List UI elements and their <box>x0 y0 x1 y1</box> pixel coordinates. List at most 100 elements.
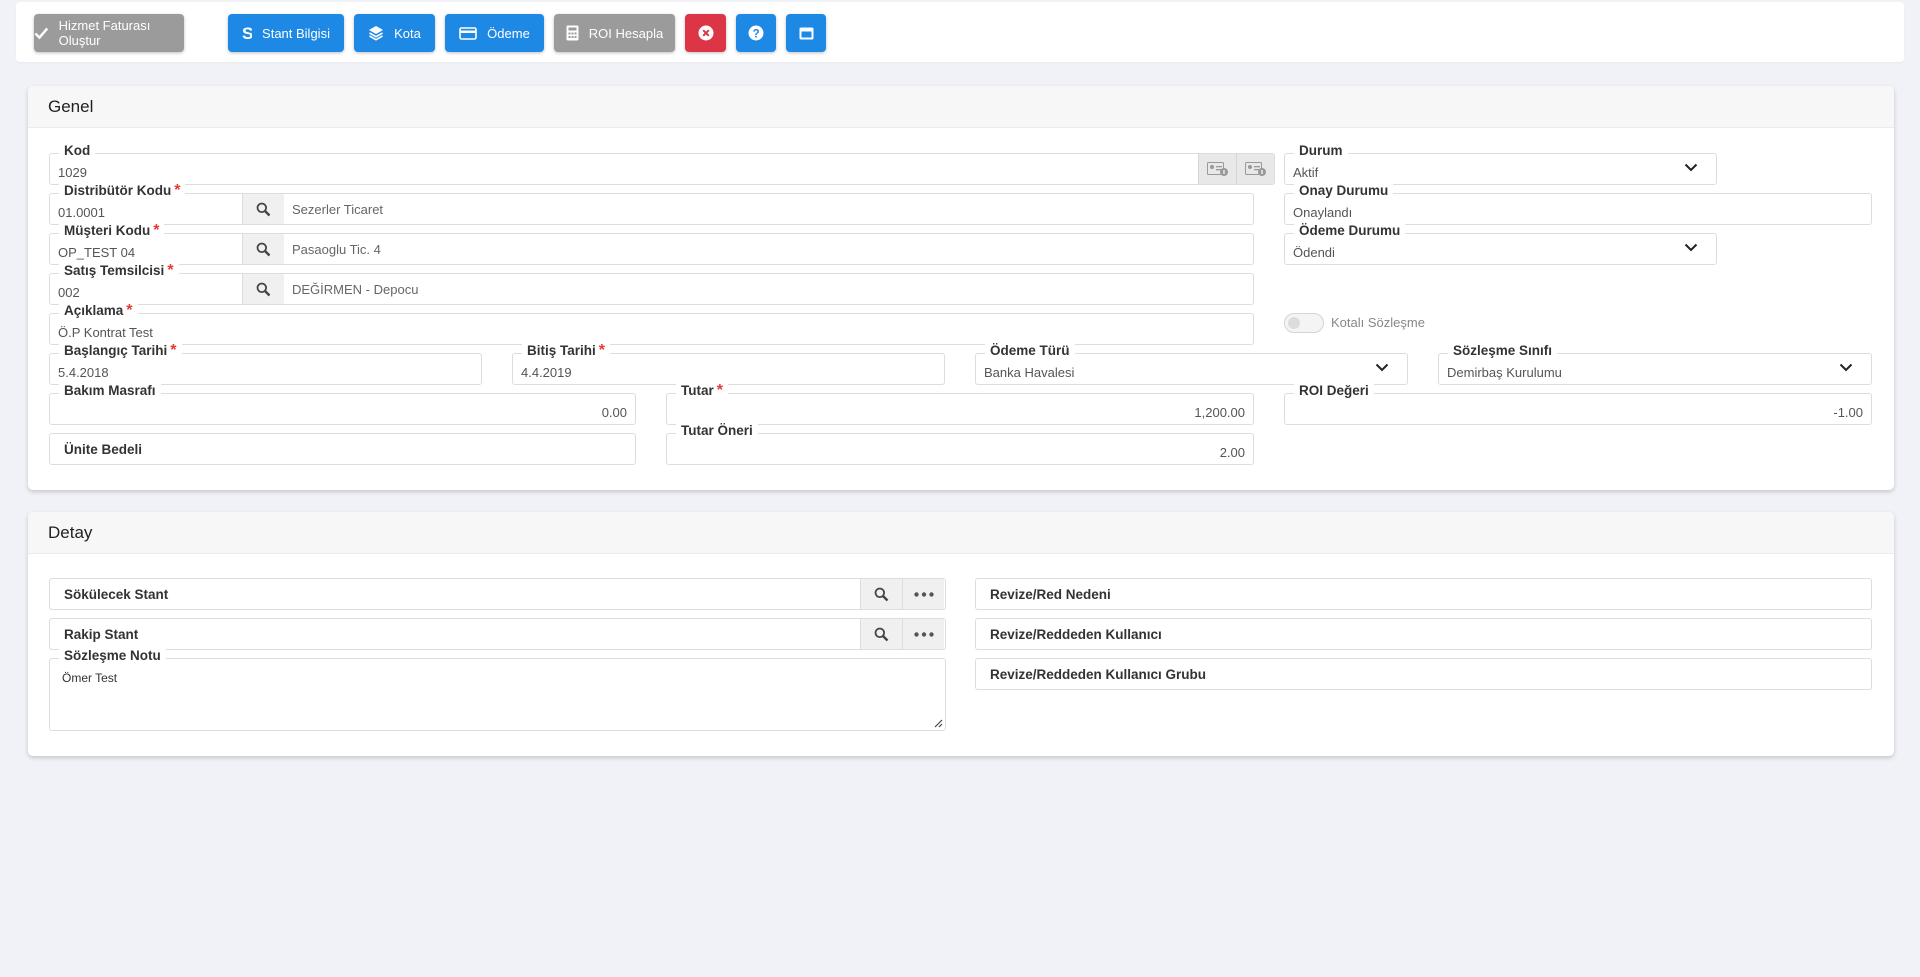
sales-rep-field[interactable]: Satış Temsilcisi * 002 DEĞİRMEN - Depocu <box>49 263 1254 305</box>
approval-status-field[interactable]: Onay Durumu Onaylandı <box>1284 183 1872 225</box>
customer-search-button[interactable] <box>242 234 284 264</box>
check-icon <box>34 27 49 40</box>
distributor-label: Distribütör Kodu * <box>59 183 186 199</box>
revise-reason-field[interactable]: Revize/Red Nedeni <box>975 578 1872 610</box>
roi-value-field[interactable]: ROI Değeri -1.00 <box>1284 383 1872 425</box>
credit-card-icon <box>459 26 477 40</box>
end-date-field[interactable]: Bitiş Tarihi * 4.4.2019 <box>512 343 945 385</box>
amount-suggestion-value: 2.00 <box>1219 445 1245 460</box>
start-date-label: Başlangıç Tarihi * <box>59 343 182 359</box>
approval-status-value: Onaylandı <box>1293 205 1353 220</box>
removed-stand-search-button[interactable] <box>860 579 902 609</box>
roi-calculate-button[interactable]: ROI Hesapla <box>554 14 675 52</box>
quota-contract-label: Kotalı Sözleşme <box>1331 315 1425 330</box>
revise-user-label: Revize/Reddeden Kullanıcı <box>990 627 1162 642</box>
unit-price-field[interactable]: Ünite Bedeli <box>49 433 636 465</box>
status-value: Aktif <box>1293 165 1319 180</box>
customer-field[interactable]: Müşteri Kodu * OP_TEST 04 Pasaoglu Tic. 4 <box>49 223 1254 265</box>
removed-stand-more-button[interactable] <box>902 579 944 609</box>
more-horizontal-icon <box>913 591 934 597</box>
end-date-value: 4.4.2019 <box>521 365 572 380</box>
revise-user-field[interactable]: Revize/Reddeden Kullanıcı <box>975 618 1872 650</box>
competitor-stand-label: Rakip Stant <box>64 627 139 642</box>
cancel-button[interactable] <box>685 14 726 52</box>
revise-user-group-field[interactable]: Revize/Reddeden Kullanıcı Grubu <box>975 658 1872 690</box>
search-icon <box>874 587 889 601</box>
status-select[interactable]: Durum Aktif <box>1284 143 1717 185</box>
stand-info-button[interactable]: S Stant Bilgisi <box>228 14 344 52</box>
payment-button[interactable]: Ödeme <box>445 14 544 52</box>
amount-suggestion-field[interactable]: Tutar Öneri 2.00 <box>666 423 1254 465</box>
genel-panel: Genel Kod 1029 Distribütör Kodu * 01.0001… <box>28 86 1894 490</box>
chevron-down-icon <box>1684 163 1698 172</box>
sales-rep-search-button[interactable] <box>242 274 284 304</box>
contract-note-textarea[interactable]: Sözleşme Notu Ömer Test <box>49 648 946 731</box>
layers-icon <box>369 26 384 41</box>
more-horizontal-icon <box>913 631 934 637</box>
contract-note-value: Ömer Test <box>62 671 118 685</box>
help-button[interactable]: ? <box>736 14 776 52</box>
maintenance-cost-value: 0.00 <box>601 405 627 420</box>
roi-value-label: ROI Değeri <box>1294 383 1374 399</box>
removed-stand-label: Sökülecek Stant <box>64 587 169 602</box>
svg-text:?: ? <box>753 28 760 40</box>
start-date-value: 5.4.2018 <box>58 365 109 380</box>
competitor-stand-field[interactable]: Rakip Stant <box>49 618 946 650</box>
distributor-search-button[interactable] <box>242 194 284 224</box>
detay-title: Detay <box>28 512 1894 554</box>
revise-user-group-label: Revize/Reddeden Kullanıcı Grubu <box>990 667 1207 682</box>
kod-field[interactable]: Kod 1029 <box>49 143 1275 185</box>
search-icon <box>874 627 889 641</box>
svg-text:S: S <box>242 25 252 41</box>
payment-label: Ödeme <box>487 25 530 41</box>
customer-code: OP_TEST 04 <box>58 245 136 260</box>
kod-action-button-2[interactable] <box>1236 154 1274 184</box>
amount-value: 1,200.00 <box>1194 405 1245 420</box>
quota-label: Kota <box>394 25 421 41</box>
contract-class-label: Sözleşme Sınıfı <box>1448 343 1558 359</box>
stand-info-label: Stant Bilgisi <box>262 25 330 41</box>
distributor-name: Sezerler Ticaret <box>292 202 384 217</box>
quota-button[interactable]: Kota <box>354 14 435 52</box>
contract-class-select[interactable]: Sözleşme Sınıfı Demirbaş Kurulumu <box>1438 343 1872 385</box>
roi-value: -1.00 <box>1833 405 1863 420</box>
amount-suggestion-label: Tutar Öneri <box>676 423 758 439</box>
unit-price-label: Ünite Bedeli <box>64 442 143 457</box>
dollar-icon: S <box>242 25 252 41</box>
removed-stand-field[interactable]: Sökülecek Stant <box>49 578 946 610</box>
calculator-icon <box>566 25 579 41</box>
amount-field[interactable]: Tutar * 1,200.00 <box>666 383 1254 425</box>
sales-rep-name: DEĞİRMEN - Depocu <box>292 282 419 297</box>
competitor-stand-more-button[interactable] <box>902 619 944 649</box>
competitor-stand-search-button[interactable] <box>860 619 902 649</box>
description-field[interactable]: Açıklama * Ö.P Kontrat Test <box>49 303 1254 345</box>
amount-label: Tutar * <box>676 383 728 399</box>
payment-type-value: Banka Havalesi <box>984 365 1075 380</box>
create-service-invoice-label: Hizmet Faturası Oluştur <box>58 18 151 48</box>
payment-type-select[interactable]: Ödeme Türü Banka Havalesi <box>975 343 1408 385</box>
quota-contract-toggle[interactable] <box>1284 313 1324 333</box>
start-date-field[interactable]: Başlangıç Tarihi * 5.4.2018 <box>49 343 482 385</box>
distributor-code: 01.0001 <box>58 205 105 220</box>
chevron-down-icon <box>1684 243 1698 252</box>
help-icon: ? <box>748 25 764 41</box>
sales-rep-code: 002 <box>58 285 80 300</box>
genel-title: Genel <box>28 86 1894 128</box>
payment-status-select[interactable]: Ödeme Durumu Ödendi <box>1284 223 1717 265</box>
revise-reason-label: Revize/Red Nedeni <box>990 587 1111 602</box>
description-label: Açıklama * <box>59 303 138 319</box>
payment-status-value: Ödendi <box>1293 245 1335 260</box>
kod-action-button-1[interactable] <box>1198 154 1236 184</box>
contract-note-label: Sözleşme Notu <box>59 648 166 664</box>
chevron-down-icon <box>1375 363 1389 372</box>
resize-handle-icon[interactable] <box>933 718 943 728</box>
window-icon <box>799 27 813 39</box>
window-button[interactable] <box>786 14 826 52</box>
maintenance-cost-field[interactable]: Bakım Masrafı 0.00 <box>49 383 636 425</box>
distributor-field[interactable]: Distribütör Kodu * 01.0001 Sezerler Ticar… <box>49 183 1254 225</box>
end-date-label: Bitiş Tarihi * <box>522 343 610 359</box>
chevron-down-icon <box>1839 363 1853 372</box>
toggle-knob <box>1288 317 1300 329</box>
create-service-invoice-button[interactable]: Hizmet Faturası Oluştur <box>34 14 184 52</box>
detay-panel: Detay Sökülecek Stant Rakip Stant Sözleş… <box>28 512 1894 756</box>
